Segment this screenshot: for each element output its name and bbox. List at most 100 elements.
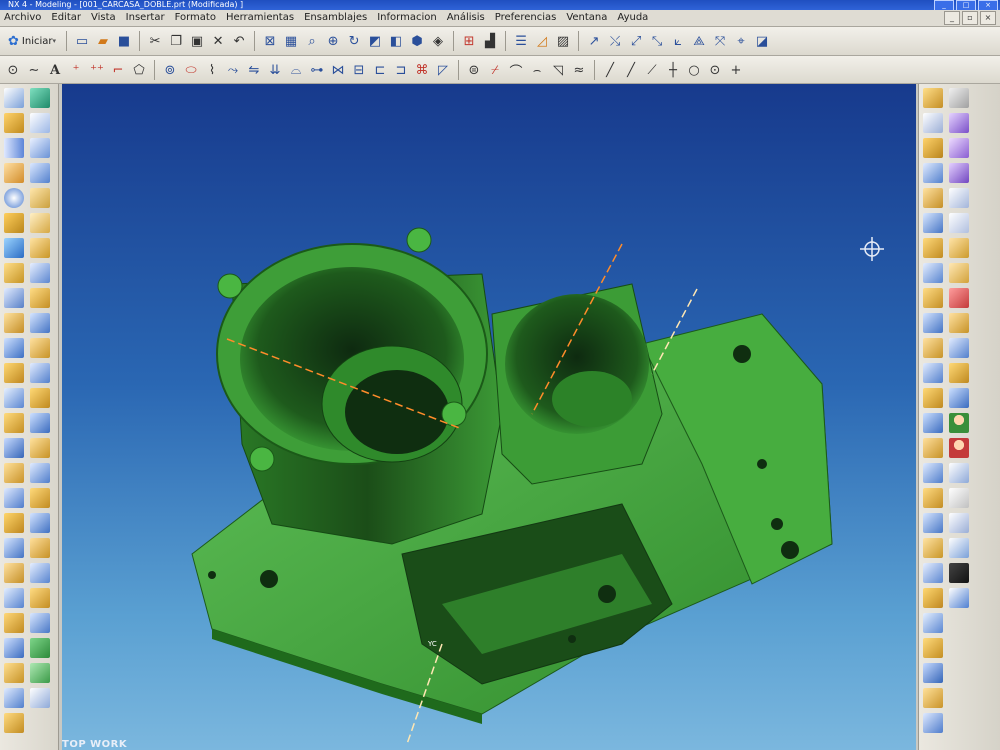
offset-surface-icon[interactable] <box>923 463 943 483</box>
bridge-surface-icon[interactable] <box>949 263 969 283</box>
rib-icon[interactable] <box>30 563 50 583</box>
bolt-hole[interactable] <box>260 570 278 588</box>
extract-icon[interactable] <box>30 263 50 283</box>
sketch-icon[interactable] <box>30 88 50 108</box>
split-body-icon[interactable] <box>30 238 50 258</box>
doc-close-button[interactable]: × <box>980 11 996 25</box>
wcs-icon[interactable]: ↗ <box>585 32 603 50</box>
sketch-constraint-icon[interactable]: ⟁ <box>690 32 708 50</box>
lip-icon[interactable] <box>30 588 50 608</box>
cone-icon[interactable] <box>4 163 24 183</box>
plus-icon[interactable]: + <box>727 61 745 79</box>
mirror-body-icon[interactable] <box>4 688 24 708</box>
wrap-icon[interactable]: ⊐ <box>392 61 410 79</box>
menu-analisis[interactable]: Análisis <box>447 12 485 23</box>
new-file-icon[interactable]: ▭ <box>73 32 91 50</box>
bolt-hole[interactable] <box>781 541 799 559</box>
edge-blend-icon[interactable] <box>4 488 24 508</box>
offset-curve-icon[interactable]: ⬭ <box>182 61 200 79</box>
open-folder-icon[interactable]: ▰ <box>94 32 112 50</box>
wcs-dynamic-icon[interactable]: ⤡ <box>648 32 666 50</box>
menu-ventana[interactable]: Ventana <box>566 12 607 23</box>
cross-icon[interactable]: ┼ <box>664 61 682 79</box>
section-surface-icon[interactable] <box>949 213 969 233</box>
edit-feature-icon[interactable] <box>923 113 943 133</box>
soft-blend-icon[interactable] <box>923 363 943 383</box>
revolve-icon[interactable] <box>4 238 24 258</box>
mirror-curve-icon[interactable]: ⇋ <box>245 61 263 79</box>
helix-icon[interactable]: ⌘ <box>413 61 431 79</box>
datum-axis-icon[interactable] <box>30 138 50 158</box>
n-sided-icon[interactable] <box>923 538 943 558</box>
undo-icon[interactable]: ↶ <box>230 32 248 50</box>
wcs-origin-icon[interactable]: ⤯ <box>606 32 624 50</box>
enlarge-icon[interactable] <box>949 388 969 408</box>
flange-icon[interactable] <box>923 688 943 708</box>
bolt-hole[interactable] <box>771 518 783 530</box>
shaded-cube-icon[interactable]: ◧ <box>387 32 405 50</box>
sew-icon[interactable] <box>4 713 24 733</box>
extend-icon[interactable]: ⤳ <box>224 61 242 79</box>
law-extension-icon[interactable] <box>923 438 943 458</box>
scale-body-icon[interactable] <box>4 613 24 633</box>
snap-point-icon[interactable]: ⊞ <box>460 32 478 50</box>
menu-preferencias[interactable]: Preferencias <box>495 12 557 23</box>
transition-icon[interactable] <box>923 563 943 583</box>
delete-icon[interactable]: ✕ <box>209 32 227 50</box>
datum-csys-icon[interactable] <box>30 163 50 183</box>
swept-icon[interactable] <box>30 338 50 358</box>
chain-icon[interactable]: ⊚ <box>161 61 179 79</box>
extension-icon[interactable] <box>923 413 943 433</box>
line-icon[interactable]: ╱ <box>601 61 619 79</box>
cut-icon[interactable]: ✂ <box>146 32 164 50</box>
point-set-icon[interactable]: ⁺⁺ <box>88 61 106 79</box>
groove-icon[interactable] <box>4 388 24 408</box>
through-points-icon[interactable] <box>949 113 969 133</box>
spline-icon[interactable]: ∼ <box>25 61 43 79</box>
pocket-icon[interactable] <box>4 313 24 333</box>
menu-vista[interactable]: Vista <box>91 12 116 23</box>
render-style-icon[interactable]: ⬢ <box>408 32 426 50</box>
menu-formato[interactable]: Formato <box>175 12 216 23</box>
menu-informacion[interactable]: Informacion <box>377 12 436 23</box>
bolt-hole[interactable] <box>733 345 751 363</box>
hole-icon[interactable] <box>4 263 24 283</box>
point-icon[interactable]: ⊙ <box>4 61 22 79</box>
subtract-icon[interactable] <box>4 438 24 458</box>
datum-icon[interactable]: ▟ <box>481 32 499 50</box>
project-icon[interactable]: ⇊ <box>266 61 284 79</box>
render-green-icon[interactable] <box>30 663 50 683</box>
free-form-icon[interactable] <box>949 88 969 108</box>
match-edge-icon[interactable] <box>949 363 969 383</box>
wcs-rotate-icon[interactable]: ⤢ <box>627 32 645 50</box>
edit-curve-icon[interactable]: ◸ <box>434 61 452 79</box>
zoom-window-icon[interactable]: ⌕ <box>303 32 321 50</box>
role-icon[interactable] <box>949 463 969 483</box>
circle-icon[interactable]: ○ <box>685 61 703 79</box>
view-orient-icon[interactable]: ◩ <box>366 32 384 50</box>
parameters-icon[interactable] <box>923 238 943 258</box>
unite-icon[interactable] <box>4 413 24 433</box>
join-icon[interactable]: ⊶ <box>308 61 326 79</box>
face-icon[interactable] <box>30 188 50 208</box>
move-face-icon[interactable] <box>30 513 50 533</box>
rotate-icon[interactable]: ↻ <box>345 32 363 50</box>
intersect-icon[interactable]: ⋈ <box>329 61 347 79</box>
feature-table-icon[interactable] <box>30 688 50 708</box>
edit-corner-icon[interactable]: ◹ <box>549 61 567 79</box>
block-icon[interactable] <box>4 113 24 133</box>
zoom-icon[interactable]: ▦ <box>282 32 300 50</box>
move-feature-icon[interactable] <box>923 138 943 158</box>
measure-icon[interactable]: ◿ <box>533 32 551 50</box>
menu-ensamblajes[interactable]: Ensamblajes <box>304 12 367 23</box>
edit-length-icon[interactable]: ⌢ <box>528 61 546 79</box>
styled-sweep-icon[interactable] <box>923 638 943 658</box>
delete-face-icon[interactable] <box>30 488 50 508</box>
doc-restore-button[interactable]: ▫ <box>962 11 978 25</box>
slot-icon[interactable] <box>4 363 24 383</box>
styled-blend-icon[interactable] <box>923 613 943 633</box>
tube-icon[interactable] <box>30 363 50 383</box>
surface-icon[interactable] <box>923 88 943 108</box>
bounded-plane-icon[interactable] <box>30 388 50 408</box>
face-blend-icon[interactable] <box>923 313 943 333</box>
